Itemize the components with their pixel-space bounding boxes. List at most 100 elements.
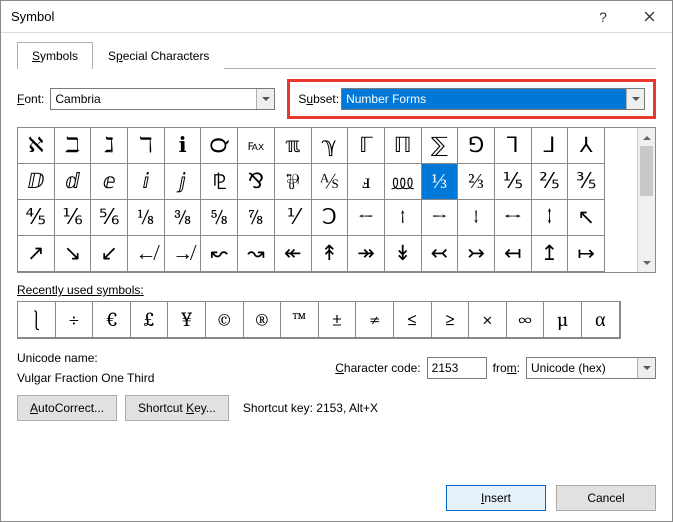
symbol-cell[interactable]: ↘: [54, 235, 92, 272]
symbol-cell[interactable]: ⅉ: [164, 163, 202, 200]
symbol-cell[interactable]: ↢: [421, 235, 459, 272]
symbol-cell[interactable]: ℸ: [127, 127, 165, 164]
insert-button[interactable]: Insert: [446, 485, 546, 511]
tab-symbols[interactable]: Symbols: [17, 42, 93, 69]
symbol-cell[interactable]: ℻: [237, 127, 275, 164]
symbol-cell[interactable]: ↚: [127, 235, 165, 272]
recent-symbol-cell[interactable]: ¥: [167, 301, 206, 338]
symbol-cell[interactable]: ↜: [200, 235, 238, 272]
symbol-cell[interactable]: ⅝: [200, 199, 238, 236]
recent-symbol-cell[interactable]: €: [92, 301, 131, 338]
symbol-cell[interactable]: ⅋: [237, 163, 275, 200]
char-code-value: 2153: [432, 361, 459, 375]
symbol-cell[interactable]: ⅀: [421, 127, 459, 164]
symbol-cell[interactable]: ⅊: [200, 163, 238, 200]
symbol-cell[interactable]: ℺: [200, 127, 238, 164]
symbol-cell[interactable]: ⅂: [494, 127, 532, 164]
recent-symbol-cell[interactable]: ≥: [431, 301, 470, 338]
symbol-cell[interactable]: ↥: [531, 235, 569, 272]
symbol-cell[interactable]: ⅌: [274, 163, 312, 200]
subset-dropdown-button[interactable]: [626, 89, 644, 109]
shortcut-key-button[interactable]: Shortcut Key...: [125, 395, 229, 421]
symbol-cell[interactable]: ℼ: [274, 127, 312, 164]
scroll-up-button[interactable]: [638, 128, 655, 146]
recent-symbol-cell[interactable]: µ: [543, 301, 582, 338]
symbol-cell[interactable]: ↑: [384, 199, 422, 236]
symbol-cell[interactable]: ℶ: [54, 127, 92, 164]
symbol-cell[interactable]: →: [421, 199, 459, 236]
close-button[interactable]: [626, 1, 672, 33]
symbol-cell[interactable]: ⅄: [567, 127, 605, 164]
symbol-cell[interactable]: ⅏: [384, 163, 422, 200]
symbol-cell[interactable]: ⅕: [494, 163, 532, 200]
symbol-cell[interactable]: ⅚: [90, 199, 128, 236]
recent-symbol-cell[interactable]: ≤: [393, 301, 432, 338]
symbol-cell[interactable]: ↦: [567, 235, 605, 272]
symbol-cell[interactable]: ↗: [17, 235, 55, 272]
symbol-cell[interactable]: ↓: [457, 199, 495, 236]
symbol-cell[interactable]: ⅔: [457, 163, 495, 200]
symbol-cell[interactable]: ⅈ: [127, 163, 165, 200]
symbol-cell[interactable]: ⅞: [237, 199, 275, 236]
font-dropdown-button[interactable]: [256, 89, 274, 109]
symbol-cell[interactable]: ⅆ: [54, 163, 92, 200]
recent-symbol-cell[interactable]: ⎱: [17, 301, 56, 338]
tab-special-characters[interactable]: Special Characters: [93, 42, 224, 69]
symbol-cell[interactable]: ⅗: [567, 163, 605, 200]
symbol-cell[interactable]: ←: [347, 199, 385, 236]
symbol-cell[interactable]: ⅘: [17, 199, 55, 236]
symbol-cell[interactable]: ↖: [567, 199, 605, 236]
symbol-cell[interactable]: ⅁: [457, 127, 495, 164]
symbol-cell[interactable]: ⅙: [54, 199, 92, 236]
symbol-cell[interactable]: ↡: [384, 235, 422, 272]
symbol-cell[interactable]: ℾ: [347, 127, 385, 164]
scroll-thumb[interactable]: [640, 146, 653, 196]
symbol-cell[interactable]: ⅇ: [90, 163, 128, 200]
symbol-cell[interactable]: ↣: [457, 235, 495, 272]
recent-symbol-cell[interactable]: ÷: [55, 301, 94, 338]
help-button[interactable]: ?: [580, 1, 626, 33]
subset-combo[interactable]: Number Forms: [341, 88, 645, 110]
symbol-cell[interactable]: ⅜: [164, 199, 202, 236]
from-combo[interactable]: Unicode (hex): [526, 357, 656, 379]
recent-symbol-cell[interactable]: ∞: [506, 301, 545, 338]
symbol-cell[interactable]: ⅍: [311, 163, 349, 200]
symbol-cell[interactable]: ↙: [90, 235, 128, 272]
symbol-cell[interactable]: ⅎ: [347, 163, 385, 200]
recent-symbol-cell[interactable]: ®: [243, 301, 282, 338]
recent-symbol-cell[interactable]: ™: [280, 301, 319, 338]
symbol-cell[interactable]: ℽ: [311, 127, 349, 164]
symbol-cell[interactable]: ℿ: [384, 127, 422, 164]
symbol-cell[interactable]: ↝: [237, 235, 275, 272]
symbol-cell[interactable]: ⅛: [127, 199, 165, 236]
cancel-button[interactable]: Cancel: [556, 485, 656, 511]
symbol-cell[interactable]: ⅖: [531, 163, 569, 200]
symbol-cell[interactable]: ⅅ: [17, 163, 55, 200]
symbol-cell[interactable]: ↠: [347, 235, 385, 272]
scrollbar[interactable]: [637, 128, 655, 272]
autocorrect-button[interactable]: AutoCorrect...: [17, 395, 117, 421]
font-combo[interactable]: Cambria: [50, 88, 275, 110]
symbol-cell[interactable]: ↤: [494, 235, 532, 272]
recent-symbol-cell[interactable]: ±: [318, 301, 357, 338]
recent-symbol-cell[interactable]: α: [581, 301, 620, 338]
from-dropdown-button[interactable]: [637, 358, 655, 378]
recent-symbol-cell[interactable]: £: [130, 301, 169, 338]
symbol-cell[interactable]: ℵ: [17, 127, 55, 164]
char-code-input[interactable]: 2153: [427, 357, 487, 379]
scroll-down-button[interactable]: [638, 254, 655, 272]
symbol-cell[interactable]: ℷ: [90, 127, 128, 164]
symbol-cell[interactable]: Ↄ: [311, 199, 349, 236]
symbol-cell[interactable]: ↞: [274, 235, 312, 272]
symbol-cell[interactable]: ↟: [311, 235, 349, 272]
symbol-cell[interactable]: ⅓: [421, 163, 459, 200]
symbol-cell[interactable]: ⅃: [531, 127, 569, 164]
symbol-cell[interactable]: ↛: [164, 235, 202, 272]
recent-symbol-cell[interactable]: ≠: [355, 301, 394, 338]
symbol-cell[interactable]: ℹ: [164, 127, 202, 164]
symbol-cell[interactable]: ↕: [531, 199, 569, 236]
recent-symbol-cell[interactable]: ©: [205, 301, 244, 338]
symbol-cell[interactable]: ↔: [494, 199, 532, 236]
symbol-cell[interactable]: ⅟: [274, 199, 312, 236]
recent-symbol-cell[interactable]: ×: [468, 301, 507, 338]
